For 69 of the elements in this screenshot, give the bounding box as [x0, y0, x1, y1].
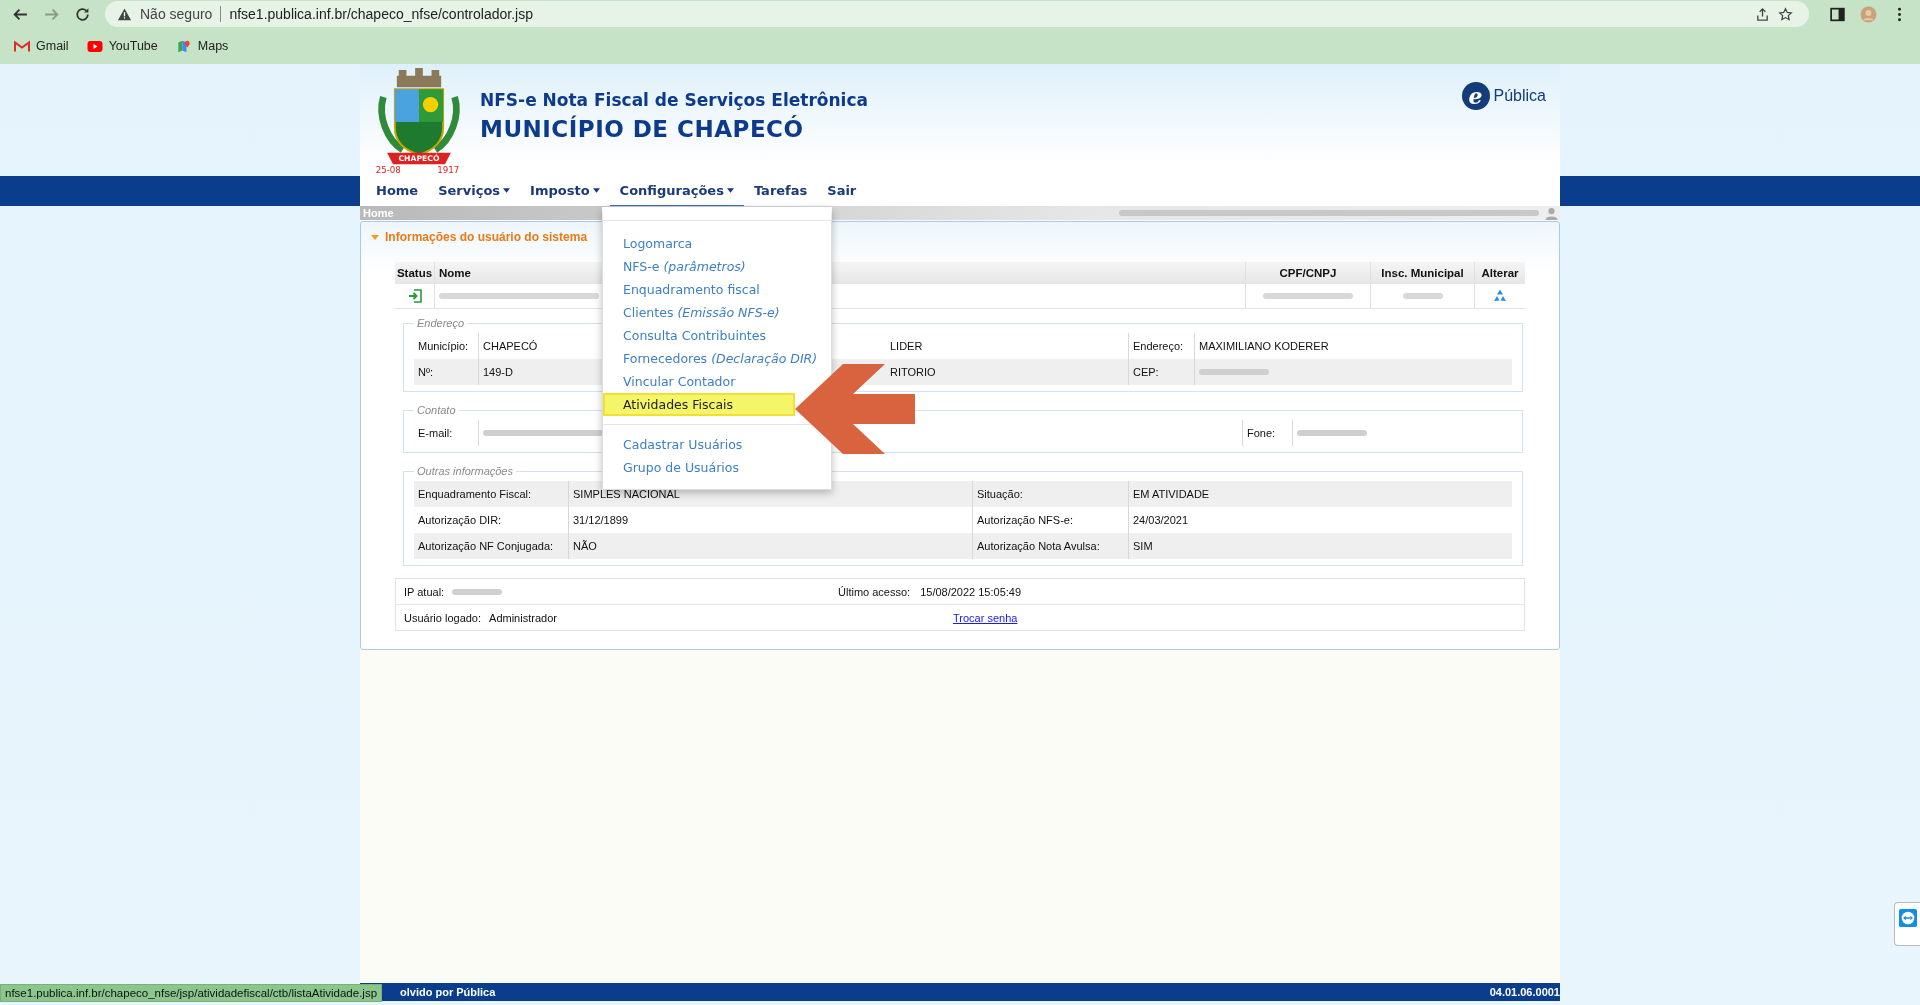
caret-icon — [726, 188, 734, 193]
field-label: Fone: — [1242, 420, 1292, 446]
nav-item[interactable]: Serviços — [428, 176, 521, 207]
url-text: nfse1.publica.inf.br/chapeco_nfse/controlador.jsp — [229, 6, 533, 22]
field-label: IP atual: — [404, 585, 445, 598]
menu-item[interactable]: Logomarca — [603, 232, 697, 255]
field-label: Município: — [417, 339, 470, 354]
warning-icon — [117, 6, 132, 22]
field-value: NÃO — [568, 533, 972, 559]
site-title: NFS-e Nota Fiscal de Serviços Eletrônica — [480, 90, 868, 110]
field-value: SIM — [1128, 533, 1512, 559]
field-value: EM ATIVIDADE — [1128, 481, 1512, 507]
redacted-text — [1402, 291, 1443, 301]
redacted-text — [1199, 367, 1269, 377]
play-icon — [86, 39, 103, 53]
field-label: Autorização DIR: — [417, 513, 503, 528]
bookmark[interactable]: YouTube — [86, 39, 158, 53]
field-value: Administrador — [489, 611, 557, 624]
share-icon[interactable] — [1755, 6, 1770, 22]
footer-credit: olvido por Pública — [400, 986, 496, 998]
group-legend: Outras informações — [414, 465, 516, 477]
bookmark[interactable]: Gmail — [14, 39, 69, 53]
address-bar[interactable]: Não seguro nfse1.publica.inf.br/chapeco_nfse/controlador.jsp — [105, 1, 1809, 27]
field-label: Situação: — [972, 481, 1128, 507]
remote-widget[interactable] — [1894, 902, 1920, 946]
field-label: Nº: — [417, 365, 435, 380]
field-value: 15/08/2022 15:05:49 — [920, 585, 1022, 598]
menu-item[interactable]: Grupo de Usuários — [603, 456, 743, 479]
group-legend: Endereço — [414, 317, 468, 329]
brand-name: Pública — [1493, 87, 1546, 105]
mail-icon — [14, 39, 30, 53]
municipality-title: MUNICÍPIO DE CHAPECÓ — [480, 116, 805, 142]
nav-item[interactable]: Imposto — [520, 176, 610, 207]
login-icon — [407, 289, 422, 303]
field-label: Último acesso: — [838, 585, 911, 598]
field-label: Usuário logado: — [404, 611, 482, 624]
menu-item[interactable]: Cadastrar Usuários — [603, 433, 747, 456]
group-legend: Contato — [414, 404, 459, 416]
field-value: RITORIO — [890, 366, 936, 378]
field-label: Autorização Nota Avulsa: — [972, 533, 1128, 559]
coat-of-arms-drawing: CHAPECÓ 25-08 1917 — [374, 68, 464, 174]
column-header: Alterar — [1480, 266, 1520, 281]
menu-item[interactable]: Atividades Fiscais — [603, 393, 795, 416]
field-label: CEP: — [1128, 359, 1194, 385]
menu-item[interactable]: Clientes (Emissão NFS-e) — [603, 301, 784, 324]
user-icon — [1545, 206, 1558, 220]
bookmark[interactable]: Maps — [175, 39, 229, 53]
field-label: E-mail: — [417, 426, 454, 441]
status-url: nfse1.publica.inf.br/chapeco_nfse/jsp/atividadefiscal/ctb/listaAtividade.jsp — [0, 984, 383, 1002]
brand-logo: e — [1461, 82, 1490, 110]
version-text: 04.01.06.0001 — [1489, 986, 1560, 998]
field-value: LIDER — [890, 340, 923, 352]
sidebar-icon[interactable] — [1829, 5, 1846, 23]
caret-icon — [592, 188, 600, 193]
field-label: Autorização NF Conjugada: — [417, 539, 555, 554]
security-label: Não seguro — [140, 6, 213, 22]
reload-icon[interactable] — [74, 5, 91, 23]
redacted-text — [452, 586, 503, 597]
caret-icon — [503, 188, 511, 193]
nav-item[interactable]: Home — [366, 176, 429, 207]
nav-item[interactable]: Tarefas — [743, 176, 818, 207]
change-password-link[interactable]: Trocar senha — [953, 611, 1018, 624]
arrows-icon — [1898, 909, 1917, 927]
redacted-text — [1297, 428, 1367, 438]
nav-item[interactable]: Sair — [817, 176, 867, 207]
map-pin-icon — [175, 39, 192, 53]
field-value: MAXIMILIANO KODERER — [1199, 340, 1329, 352]
star-icon[interactable] — [1778, 6, 1793, 22]
field-label: Enquadramento Fiscal: — [417, 487, 533, 502]
